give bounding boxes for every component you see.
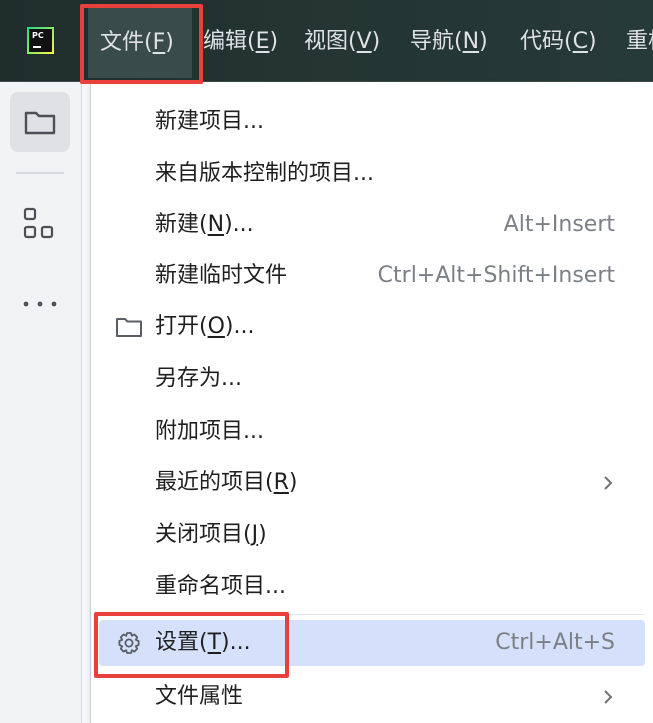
more-tools-button[interactable]: [10, 274, 70, 334]
folder-icon: [24, 111, 56, 135]
menu-item-settings[interactable]: 设置(T)... Ctrl+Alt+S: [99, 620, 645, 666]
structure-icon: [23, 207, 54, 239]
menu-item-project-from-vcs[interactable]: 来自版本控制的项目...: [95, 151, 645, 197]
structure-tool-button[interactable]: [10, 194, 70, 254]
gear-icon: [118, 632, 140, 654]
shortcut-text: Ctrl+Alt+S: [495, 630, 615, 655]
menu-item-new-project[interactable]: 新建项目...: [95, 99, 645, 145]
menu-item-rename-project[interactable]: 重命名项目...: [95, 564, 645, 610]
menu-item-open[interactable]: 打开(O)...: [95, 304, 645, 350]
shortcut-text: Ctrl+Alt+Shift+Insert: [377, 263, 615, 288]
menu-file[interactable]: 文件(F): [88, 8, 192, 78]
menu-item-close-project[interactable]: 关闭项目(J): [95, 512, 645, 558]
project-tool-button[interactable]: [10, 92, 70, 152]
shortcut-text: Alt+Insert: [503, 212, 615, 237]
chevron-right-icon: [604, 690, 613, 704]
menu-item-recent-projects[interactable]: 最近的项目(R): [95, 460, 645, 506]
menu-view[interactable]: 视图(V): [304, 22, 380, 62]
menu-refactor[interactable]: 重构: [626, 22, 653, 62]
chevron-right-icon: [604, 476, 613, 490]
folder-icon: [116, 318, 142, 337]
menu-item-save-as[interactable]: 另存为...: [95, 356, 645, 402]
more-icon: [23, 301, 57, 307]
file-menu-dropdown: 新建项目... 来自版本控制的项目... 新建(N)... Alt+Insert…: [90, 82, 653, 723]
tool-window-strip: [0, 82, 82, 723]
menu-item-attach-project[interactable]: 附加项目...: [95, 409, 645, 455]
menu-code[interactable]: 代码(C): [520, 22, 597, 62]
menu-navigate[interactable]: 导航(N): [410, 22, 488, 62]
pycharm-logo-icon[interactable]: PC: [27, 27, 54, 54]
menu-bar: PC 文件(F) 编辑(E) 视图(V) 导航(N) 代码(C) 重构: [0, 0, 653, 82]
menu-item-new-scratch-file[interactable]: 新建临时文件 Ctrl+Alt+Shift+Insert: [95, 253, 645, 299]
menu-item-file-properties[interactable]: 文件属性: [95, 674, 645, 720]
menu-separator: [97, 614, 645, 615]
tool-strip-divider: [16, 172, 64, 174]
menu-item-new[interactable]: 新建(N)... Alt+Insert: [95, 202, 645, 248]
menu-edit[interactable]: 编辑(E): [203, 22, 278, 62]
